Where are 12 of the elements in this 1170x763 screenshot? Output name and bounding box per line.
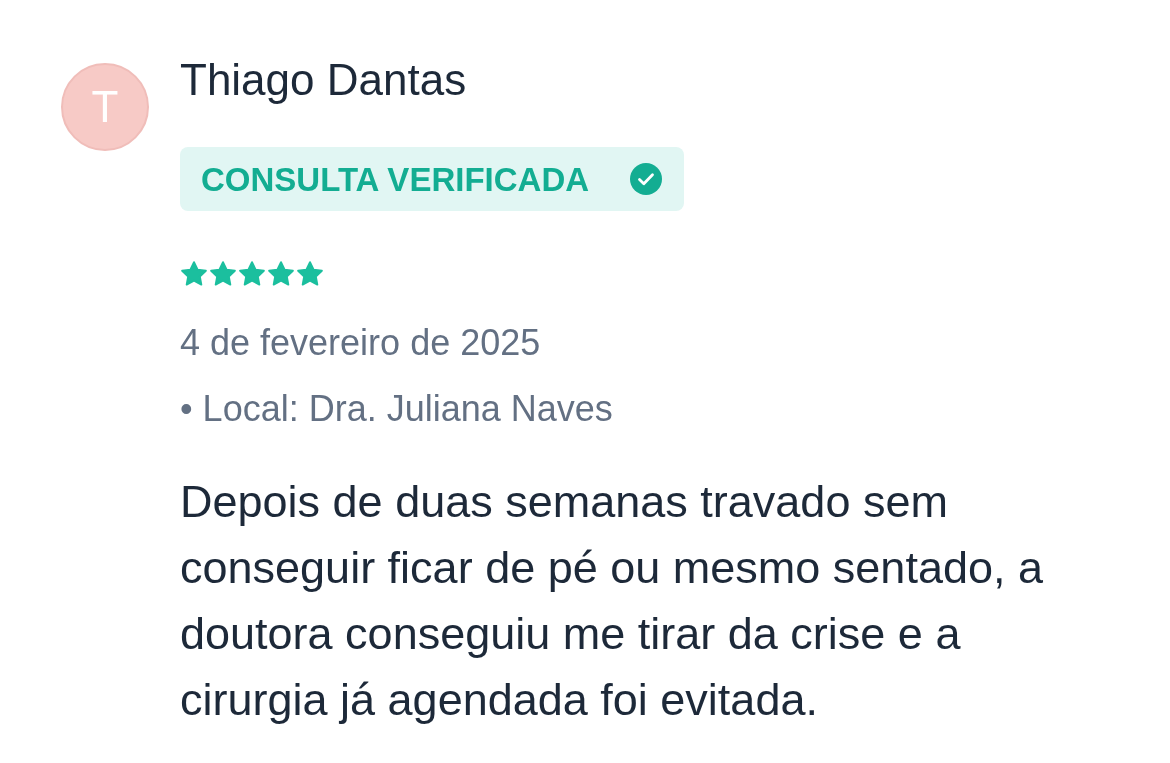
star-icon [238,260,266,288]
star-icon [267,260,295,288]
star-icon [209,260,237,288]
review-date: 4 de fevereiro de 2025 [180,325,541,361]
star-icon [296,260,324,288]
star-icon [180,260,208,288]
review-location: • Local: Dra. Juliana Naves [180,391,613,427]
badge-label: CONSULTA VERIFICADA [201,162,590,196]
review-text: Depois de duas semanas travado sem conseguir ficar de pé ou mesmo sentado, a doutora conseguiu me tirar da crise e a cirurgia já agendada foi evitada. [180,475,1044,727]
author-name: Thiago Dantas [180,58,467,102]
avatar: T [61,63,149,151]
check-circle-icon [630,163,663,195]
